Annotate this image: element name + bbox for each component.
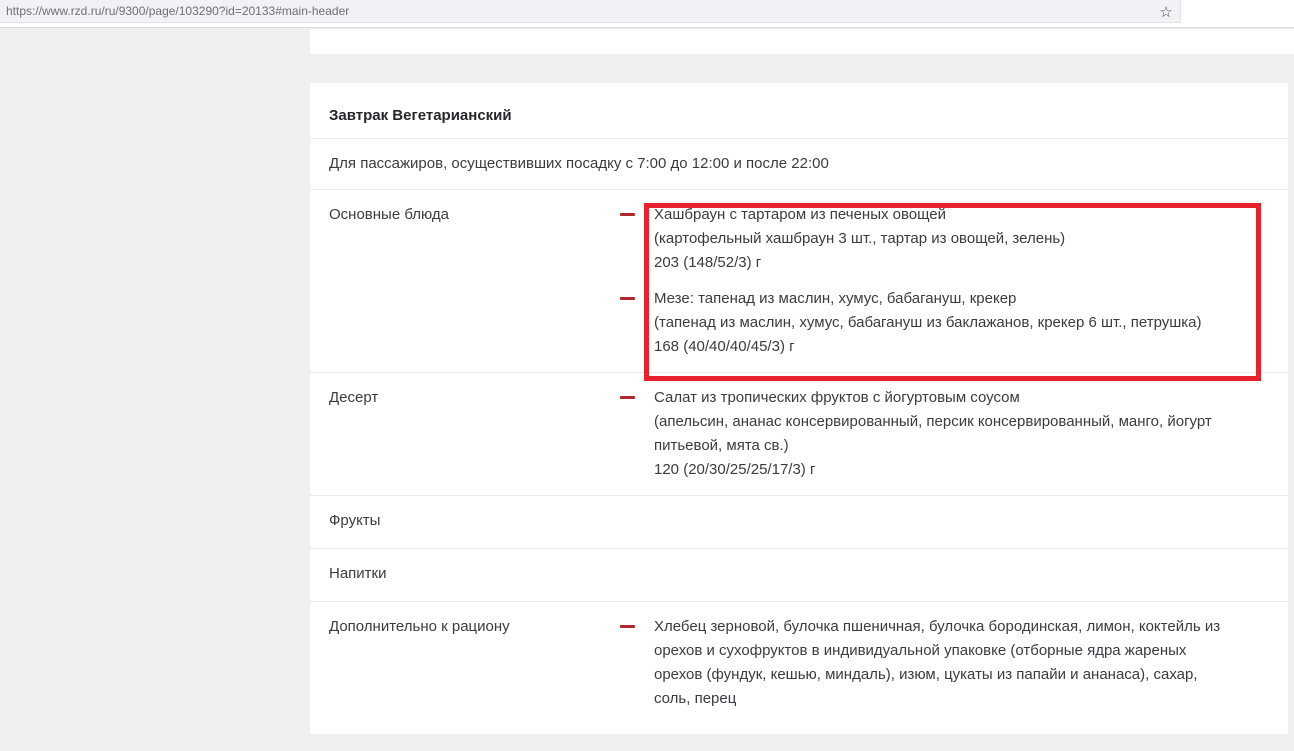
menu-row-label: Напитки	[329, 562, 620, 586]
menu-row-drinks: Напитки	[310, 548, 1288, 601]
menu-row-main-dishes: Основные блюда Хашбраун с тартаром из пе…	[310, 189, 1288, 372]
previous-section-bottom	[310, 29, 1294, 54]
menu-item: Хашбраун с тартаром из печеных овощей (к…	[620, 203, 1228, 275]
bookmark-star-icon[interactable]: ☆	[1152, 0, 1180, 23]
menu-item: Салат из тропических фруктов с йогуртовы…	[620, 386, 1228, 482]
meal-card-header: Завтрак Вегетарианский	[310, 83, 1288, 138]
dash-bullet-icon	[620, 213, 635, 216]
browser-toolbar: https://www.rzd.ru/ru/9300/page/103290?i…	[0, 0, 1294, 28]
menu-row-extras: Дополнительно к рациону Хлебец зерновой,…	[310, 601, 1288, 734]
dish-composition: (апельсин, ананас консервированный, перс…	[654, 410, 1228, 458]
menu-row-label: Дополнительно к рациону	[329, 615, 620, 711]
meal-card: Завтрак Вегетарианский Для пассажиров, о…	[310, 83, 1288, 734]
menu-row-items: Салат из тропических фруктов с йогуртовы…	[620, 386, 1268, 482]
meal-note-row: Для пассажиров, осуществивших посадку с …	[310, 138, 1288, 189]
section-gap	[310, 54, 1294, 83]
menu-row-label: Основные блюда	[329, 203, 620, 359]
url-text[interactable]: https://www.rzd.ru/ru/9300/page/103290?i…	[6, 4, 349, 18]
dish-composition: (тапенад из маслин, хумус, бабагануш из …	[654, 311, 1228, 335]
dish-name: Салат из тропических фруктов с йогуртовы…	[654, 386, 1228, 410]
dish-composition: (картофельный хашбраун 3 шт., тартар из …	[654, 227, 1228, 251]
address-bar[interactable]: https://www.rzd.ru/ru/9300/page/103290?i…	[0, 0, 1181, 23]
menu-row-items	[620, 562, 1268, 586]
dish-weight: 120 (20/30/25/25/17/3) г	[654, 458, 1228, 482]
page-content: Завтрак Вегетарианский Для пассажиров, о…	[310, 29, 1294, 734]
menu-row-label: Фрукты	[329, 509, 620, 533]
menu-item: Мезе: тапенад из маслин, хумус, бабагану…	[620, 287, 1228, 359]
dish-weight: 168 (40/40/40/45/3) г	[654, 335, 1228, 359]
dish-name: Хлебец зерновой, булочка пшеничная, було…	[654, 615, 1228, 711]
menu-row-items	[620, 509, 1268, 533]
menu-row-items: Хашбраун с тартаром из печеных овощей (к…	[620, 203, 1268, 359]
page: { "browser": { "url": "https://www.rzd.r…	[0, 0, 1294, 751]
dash-bullet-icon	[620, 396, 635, 399]
menu-row-fruits: Фрукты	[310, 495, 1288, 548]
dish-weight: 203 (148/52/3) г	[654, 251, 1228, 275]
menu-row-items: Хлебец зерновой, булочка пшеничная, було…	[620, 615, 1268, 711]
menu-row-label: Десерт	[329, 386, 620, 482]
meal-note: Для пассажиров, осуществивших посадку с …	[329, 155, 829, 172]
dish-name: Мезе: тапенад из маслин, хумус, бабагану…	[654, 287, 1228, 311]
dash-bullet-icon	[620, 297, 635, 300]
dish-name: Хашбраун с тартаром из печеных овощей	[654, 203, 1228, 227]
meal-title: Завтрак Вегетарианский	[329, 107, 512, 124]
menu-item: Хлебец зерновой, булочка пшеничная, було…	[620, 615, 1228, 711]
menu-row-dessert: Десерт Салат из тропических фруктов с йо…	[310, 372, 1288, 495]
dash-bullet-icon	[620, 625, 635, 628]
